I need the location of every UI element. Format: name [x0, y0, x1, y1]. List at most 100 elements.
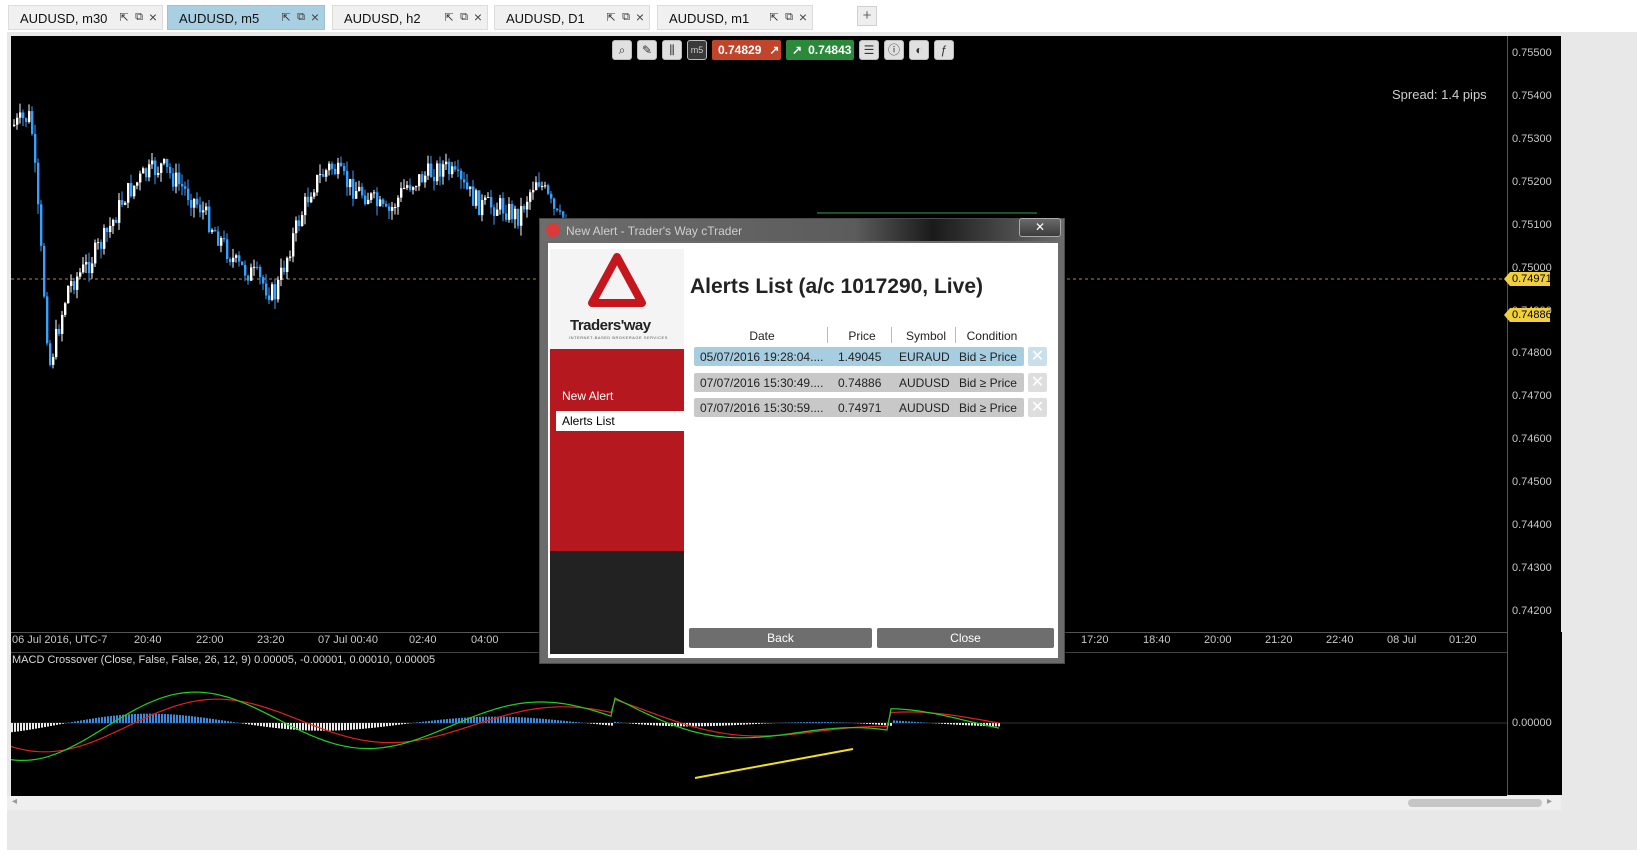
drawing-icon[interactable]: ◐: [909, 40, 929, 60]
alert-condition: Bid ≥ Price: [959, 376, 1017, 390]
sell-price-button[interactable]: 0.74829 ↗: [712, 40, 781, 60]
tab-label: AUDUSD, m30: [20, 11, 108, 26]
time-label: 04:00: [471, 634, 499, 646]
price-level-label: 0.74800: [1512, 347, 1552, 359]
sell-arrow-icon: ↗: [769, 43, 780, 57]
nav-alerts-list[interactable]: Alerts List: [556, 411, 684, 431]
alert-row[interactable]: 07/07/2016 15:30:59.... 0.74971 AUDUSD B…: [694, 398, 1024, 417]
nav-new-alert[interactable]: New Alert: [562, 389, 613, 403]
time-label: 23:20: [257, 634, 285, 646]
tab-audusd-m5[interactable]: AUDUSD, m5 ⇱ ⧉ ×: [167, 5, 325, 30]
delete-alert-icon[interactable]: ✕: [1028, 373, 1047, 392]
duplicate-icon[interactable]: ⧉: [783, 11, 795, 24]
close-button[interactable]: Close: [877, 628, 1054, 648]
buy-price-button[interactable]: ↗ 0.74843: [786, 40, 854, 60]
sidebar-nav: New Alert Alerts List: [550, 349, 684, 551]
dialog-body: Traders'way INTERNET-BASED BROKERAGE SER…: [548, 243, 1058, 658]
price-level-label: 0.74400: [1512, 519, 1552, 531]
time-label: 02:40: [409, 634, 437, 646]
price-level-label: 0.74600: [1512, 433, 1552, 445]
timeframe-icon[interactable]: m5: [687, 40, 707, 60]
macd-zero-label: 0.00000: [1512, 717, 1552, 729]
list-icon[interactable]: ☰: [859, 40, 879, 60]
column-separator: [827, 327, 828, 343]
add-tab-button[interactable]: +: [857, 6, 877, 26]
candlestick-icon[interactable]: ⫼: [662, 40, 682, 60]
candles: [13, 103, 613, 369]
chart-settings-icon[interactable]: ✎: [637, 40, 657, 60]
time-label: 22:00: [196, 634, 224, 646]
tab-audusd-m1[interactable]: AUDUSD, m1 ⇱ ⧉ ×: [657, 5, 813, 30]
indicator-icon[interactable]: ƒ: [934, 40, 954, 60]
back-button[interactable]: Back: [689, 628, 872, 648]
close-icon[interactable]: ×: [799, 9, 807, 25]
alert-price: 0.74886: [838, 376, 882, 390]
popout-icon[interactable]: ⇱: [605, 11, 617, 24]
alert-condition: Bid ≥ Price: [959, 401, 1017, 415]
duplicate-icon[interactable]: ⧉: [133, 11, 145, 24]
tab-audusd-h2[interactable]: AUDUSD, h2 ⇱ ⧉ ×: [332, 5, 488, 30]
close-icon[interactable]: ×: [636, 9, 644, 25]
column-header-condition[interactable]: Condition: [960, 329, 1024, 343]
alert-row[interactable]: 05/07/2016 19:28:04.... 1.49045 EURAUD B…: [694, 347, 1024, 366]
buy-price: 0.74843: [808, 43, 852, 57]
duplicate-icon[interactable]: ⧉: [620, 11, 632, 24]
alert-price: 1.49045: [838, 350, 882, 364]
macd-signal-line: [11, 698, 1000, 753]
alert-row[interactable]: 07/07/2016 15:30:49.... 0.74886 AUDUSD B…: [694, 373, 1024, 392]
popout-icon[interactable]: ⇱: [443, 11, 455, 24]
dialog-close-button[interactable]: ✕: [1019, 218, 1061, 237]
app-logo-icon: [546, 223, 560, 237]
macd-svg: [11, 691, 1507, 779]
duplicate-icon[interactable]: ⧉: [295, 11, 307, 24]
brand-tagline: INTERNET-BASED BROKERAGE SERVICES: [569, 335, 668, 340]
dialog-titlebar[interactable]: New Alert - Trader's Way cTrader ✕: [540, 218, 1064, 241]
alert-date: 05/07/2016 19:28:04....: [700, 350, 824, 364]
page-title: Alerts List (a/c 1017290, Live): [690, 275, 983, 298]
scroll-right-icon[interactable]: ▸: [1547, 796, 1552, 807]
delete-alert-icon[interactable]: ✕: [1028, 398, 1047, 417]
divergence-trendline: [694, 748, 854, 779]
popout-icon[interactable]: ⇱: [118, 11, 130, 24]
spread-label: Spread: 1.4 pips: [1392, 87, 1487, 102]
popout-icon[interactable]: ⇱: [280, 11, 292, 24]
column-header-price[interactable]: Price: [834, 329, 890, 343]
column-header-date[interactable]: Date: [734, 329, 790, 343]
close-icon[interactable]: ×: [311, 9, 319, 25]
popout-icon[interactable]: ⇱: [768, 11, 780, 24]
close-icon[interactable]: ×: [474, 9, 482, 25]
dialog-sidebar: Traders'way INTERNET-BASED BROKERAGE SER…: [550, 249, 684, 654]
price-tag-bid: 0.74886: [1504, 308, 1550, 322]
price-level-label: 0.74700: [1512, 390, 1552, 402]
delete-alert-icon[interactable]: ✕: [1028, 347, 1047, 366]
time-label: 21:20: [1265, 634, 1293, 646]
duplicate-icon[interactable]: ⧉: [458, 11, 470, 24]
macd-title: MACD Crossover (Close, False, False, 26,…: [12, 654, 436, 666]
column-header-symbol[interactable]: Symbol: [898, 329, 954, 343]
tab-audusd-d1[interactable]: AUDUSD, D1 ⇱ ⧉ ×: [494, 5, 650, 30]
price-level-label: 0.75300: [1512, 133, 1552, 145]
alert-symbol: AUDUSD: [899, 401, 950, 415]
new-alert-dialog: New Alert - Trader's Way cTrader ✕ Trade…: [539, 218, 1065, 664]
price-level-label: 0.74300: [1512, 562, 1552, 574]
scroll-thumb[interactable]: [1408, 799, 1542, 807]
macd-panel[interactable]: [11, 652, 1507, 796]
time-label: 06 Jul 2016, UTC-7: [12, 634, 108, 646]
zoom-icon[interactable]: ⌕: [612, 40, 632, 60]
price-level-label: 0.74500: [1512, 476, 1552, 488]
time-label: 22:40: [1326, 634, 1354, 646]
scroll-left-icon[interactable]: ◂: [12, 796, 17, 807]
time-label: 07 Jul 00:40: [318, 634, 378, 646]
price-axis[interactable]: [1507, 36, 1561, 632]
price-level-label: 0.75500: [1512, 47, 1552, 59]
sell-price: 0.74829: [718, 43, 762, 57]
close-icon[interactable]: ×: [149, 9, 157, 25]
horizontal-scrollbar[interactable]: [7, 796, 1561, 810]
tab-label: AUDUSD, m5: [179, 11, 260, 26]
info-icon[interactable]: ⓘ: [884, 40, 904, 60]
time-label: 17:20: [1081, 634, 1109, 646]
time-label: 08 Jul: [1387, 634, 1417, 646]
brand-panel: Traders'way INTERNET-BASED BROKERAGE SER…: [550, 249, 684, 349]
alert-date: 07/07/2016 15:30:49....: [700, 376, 824, 390]
tab-audusd-m30[interactable]: AUDUSD, m30 ⇱ ⧉ ×: [8, 5, 163, 30]
